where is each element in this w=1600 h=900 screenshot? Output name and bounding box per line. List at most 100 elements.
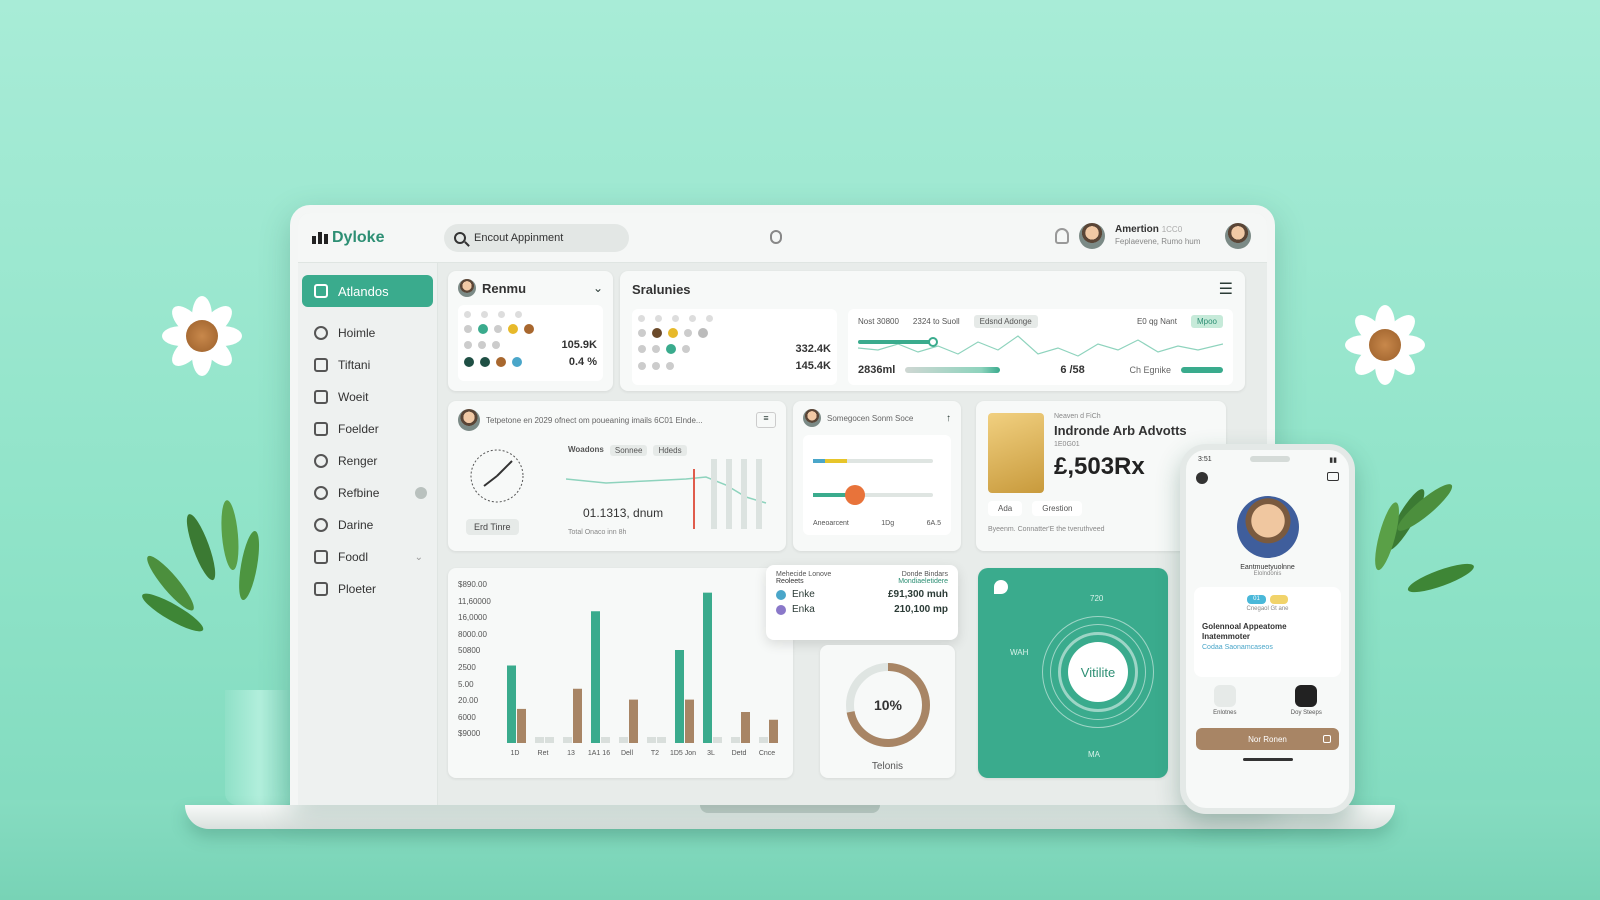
tab-hdeds[interactable]: Hdeds <box>653 445 687 456</box>
x-tick: Detd <box>732 750 747 757</box>
bar[interactable] <box>713 737 722 743</box>
bar[interactable] <box>535 737 544 743</box>
bar[interactable] <box>675 650 684 743</box>
sidebar-item-tiftani[interactable]: Tiftani <box>298 349 437 381</box>
sralunies-dot-row <box>638 328 831 338</box>
user-info[interactable]: Amertion 1CC0 Feplaevene, Rumo hum <box>1115 224 1215 248</box>
x-tick: 1D <box>511 750 520 757</box>
bar[interactable] <box>685 699 694 743</box>
bar[interactable] <box>545 737 554 743</box>
card-icon[interactable] <box>1327 472 1339 481</box>
bar[interactable] <box>601 737 610 743</box>
popover-row[interactable]: Enka 210,100 mp <box>776 604 948 615</box>
sidebar-item-label: Refbine <box>338 486 380 500</box>
sralunies-title: Sralunies <box>632 281 691 297</box>
phone-card-link[interactable]: Codaa Saonamcaseos <box>1202 644 1333 651</box>
sralunies-value-2: 145.4K <box>795 360 831 372</box>
sidebar-active-label: Atlandos <box>338 283 389 299</box>
tab-sonnee[interactable]: Sonnee <box>609 445 648 456</box>
sidebar-item-refbine[interactable]: Refbine <box>298 477 437 509</box>
gauge-tabs: Woadons Sonnee Hdeds <box>568 445 687 456</box>
app-logo[interactable]: Dyloke <box>312 229 442 247</box>
bar[interactable] <box>741 712 750 743</box>
product-chip-2[interactable]: Grestion <box>1032 501 1083 516</box>
popover-row[interactable]: Enke £91,300 muh <box>776 589 948 600</box>
phone-badge-1: 01 <box>1247 595 1266 604</box>
product-price: £,503Rx <box>1054 453 1145 480</box>
renmu-value-1: 105.9K <box>561 339 597 351</box>
chevron-down-icon[interactable]: ⌄ <box>415 552 423 563</box>
sidebar-item-label: Foelder <box>338 422 379 436</box>
sliders-panel: Somegocen Sonm Soce ↑ Aneoarcent 1Dg 6A.… <box>793 401 961 551</box>
arrow-up-icon[interactable]: ↑ <box>946 413 951 424</box>
bar[interactable] <box>507 665 516 744</box>
phone-profile-avatar[interactable] <box>1236 496 1299 558</box>
y-tick: 2500 <box>458 662 476 672</box>
bar[interactable] <box>573 688 582 743</box>
trend-right-chip[interactable]: Mpoo <box>1190 315 1223 328</box>
green-left-label: WAH <box>1010 648 1029 657</box>
clipboard-icon <box>314 582 328 596</box>
y-tick: 50800 <box>458 646 481 656</box>
tab-woadons[interactable]: Woadons <box>568 445 604 456</box>
product-tag: Neaven d FiCh <box>1054 413 1101 420</box>
laptop-screen: Dyloke Encout Appinment Amertion 1CC0 Fe… <box>290 205 1275 805</box>
slider-footer-left: Aneoarcent <box>813 520 849 527</box>
plant-right <box>1370 478 1477 598</box>
bar[interactable] <box>731 737 740 743</box>
bar[interactable] <box>759 737 768 743</box>
phone-action-2[interactable]: Doy Steeps <box>1291 685 1322 716</box>
user-subtitle: Feplaevene, Rumo hum <box>1115 237 1201 246</box>
list-icon[interactable]: ≡ <box>756 412 776 428</box>
bar[interactable] <box>563 737 572 743</box>
sidebar-item-woeit[interactable]: Woeit <box>298 381 437 413</box>
green-center-label[interactable]: Vitilite <box>1068 642 1128 702</box>
signal-icon: ▮▮ <box>1329 457 1337 464</box>
product-image[interactable] <box>988 413 1044 493</box>
bar[interactable] <box>619 737 628 743</box>
search-input[interactable]: Encout Appinment <box>444 223 629 252</box>
sidebar-item-label: Darine <box>338 518 374 532</box>
avatar[interactable] <box>1079 223 1105 249</box>
sidebar-item-darine[interactable]: Darine <box>298 509 437 541</box>
bar[interactable] <box>629 699 638 743</box>
green-circle-card: Vitilite 720 WAH MA <box>978 568 1168 778</box>
donut-panel: 10% Telonis <box>820 645 955 778</box>
phone-cta-button[interactable]: Nor Ronen <box>1196 728 1339 750</box>
daisy-flower-right <box>1345 305 1425 385</box>
minus-badge-icon[interactable] <box>415 487 427 499</box>
chevron-down-icon[interactable]: ⌄ <box>593 281 603 295</box>
trend-chip[interactable]: Edsnd Adonge <box>973 315 1038 328</box>
user-outline-icon[interactable] <box>1055 228 1069 244</box>
sidebar-item-food[interactable]: Foodl ⌄ <box>298 541 437 573</box>
phone-profile-sub: Elolndonis <box>1253 571 1282 577</box>
slider-track-1[interactable] <box>813 459 933 463</box>
renmu-dot-row <box>464 324 597 334</box>
sidebar-item-renger[interactable]: Renger <box>298 445 437 477</box>
microphone-icon[interactable] <box>770 230 782 244</box>
product-chip-1[interactable]: Ada <box>988 501 1023 516</box>
sidebar-item-ploeter[interactable]: Ploeter <box>298 573 437 605</box>
avatar-secondary[interactable] <box>1225 223 1251 249</box>
bar[interactable] <box>769 719 778 743</box>
bar[interactable] <box>703 592 712 743</box>
popover-head-left-2: Reoleets <box>776 578 804 585</box>
slider-track-2[interactable] <box>813 485 933 505</box>
bar[interactable] <box>517 708 526 743</box>
renmu-dot-row <box>464 311 597 318</box>
info-icon[interactable] <box>1196 472 1208 484</box>
bar[interactable] <box>591 611 600 743</box>
sidebar-item-label: Renger <box>338 454 378 468</box>
bar[interactable] <box>657 737 666 743</box>
sralunies-panel: Sralunies ☰ 332.4K 145.4K Nost 30800 232… <box>620 271 1245 391</box>
sidebar-item-folder[interactable]: Foelder <box>298 413 437 445</box>
clock-button[interactable]: Erd Tinre <box>466 519 519 535</box>
bar[interactable] <box>647 737 656 743</box>
phone-action-1[interactable]: Enlotnes <box>1213 685 1237 716</box>
sidebar-item-active[interactable]: Atlandos <box>302 275 433 307</box>
slider-handle[interactable] <box>845 485 865 505</box>
sidebar-item-home[interactable]: Hoimle <box>298 317 437 349</box>
bar-chart: 1D Ret 13 1A1 16 Dell T2 1D5 Jon 3L Detd Cnce <box>507 592 778 757</box>
menu-icon[interactable]: ☰ <box>1219 279 1233 299</box>
popover-row-value: 210,100 mp <box>894 604 948 615</box>
